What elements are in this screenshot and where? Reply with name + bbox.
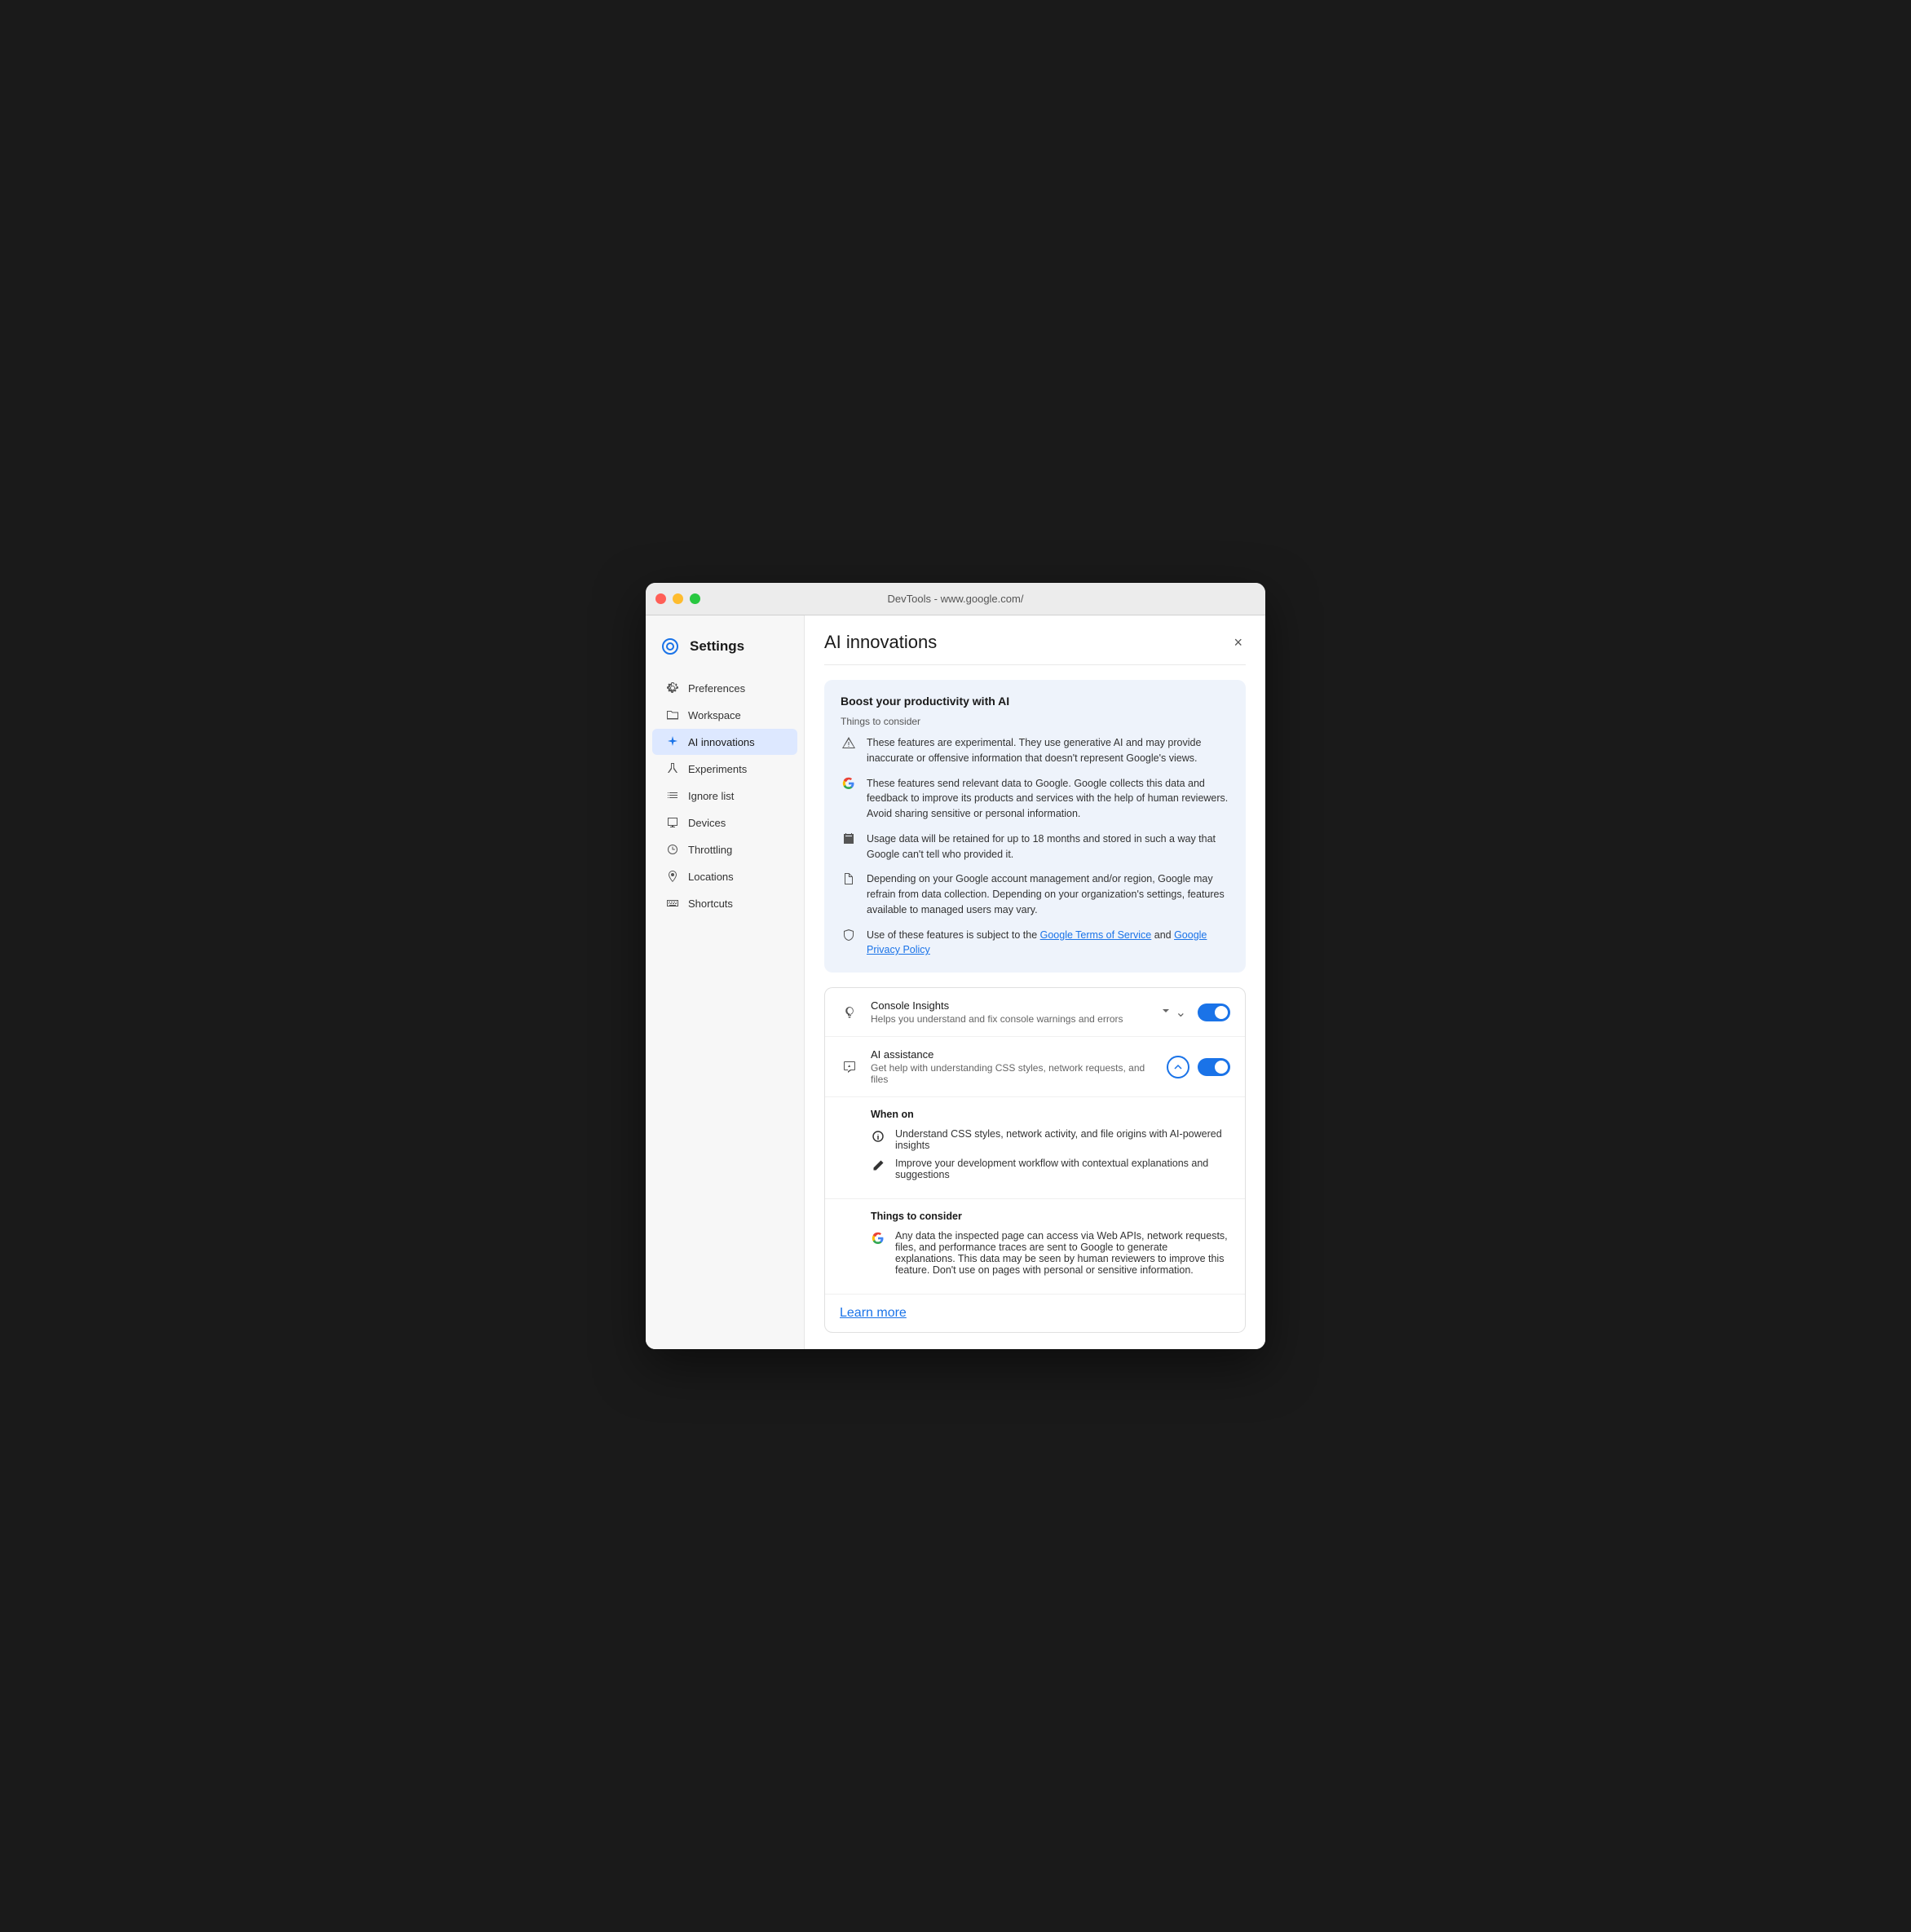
sidebar-item-experiments[interactable]: Experiments	[652, 756, 797, 782]
things-consider-title: Things to consider	[871, 1211, 1230, 1222]
google-icon	[841, 777, 857, 793]
sidebar-item-throttling[interactable]: Throttling	[652, 836, 797, 862]
info-text-google: These features send relevant data to Goo…	[867, 776, 1229, 822]
info-item-management: Depending on your Google account managem…	[841, 871, 1229, 917]
ai-assistance-row: AI assistance Get help with understandin…	[825, 1037, 1245, 1097]
folder-icon	[665, 708, 680, 722]
window-controls	[655, 593, 700, 604]
when-on-item-workflow: Improve your development workflow with c…	[871, 1158, 1230, 1180]
close-window-button[interactable]	[655, 593, 666, 604]
console-insights-desc: Helps you understand and fix console war…	[871, 1013, 1145, 1025]
sidebar-item-label-workspace: Workspace	[688, 709, 741, 721]
flask-icon	[665, 761, 680, 776]
sidebar-item-ignore-list[interactable]: Ignore list	[652, 783, 797, 809]
main-header: AI innovations ×	[824, 632, 1246, 665]
google-consider-icon	[871, 1231, 885, 1246]
console-insights-info: Console Insights Helps you understand an…	[871, 999, 1145, 1025]
things-to-consider-section: Things to consider Any data the inspecte…	[825, 1199, 1245, 1295]
settings-app-icon	[659, 635, 682, 658]
things-consider-item-google: Any data the inspected page can access v…	[871, 1230, 1230, 1276]
sidebar-item-label-ignore: Ignore list	[688, 790, 734, 802]
ai-chat-icon	[840, 1057, 859, 1077]
ai-assistance-title: AI assistance	[871, 1048, 1155, 1061]
device-icon	[665, 815, 680, 830]
console-insights-toggle[interactable]	[1198, 1003, 1230, 1021]
info-box-title: Boost your productivity with AI	[841, 695, 1229, 708]
privacy-link[interactable]: Google Privacy Policy	[867, 929, 1207, 956]
warning-icon	[841, 736, 857, 752]
ai-assistance-toggle[interactable]	[1198, 1058, 1230, 1076]
sidebar-item-ai-innovations[interactable]: AI innovations	[652, 729, 797, 755]
tos-link[interactable]: Google Terms of Service	[1040, 929, 1152, 941]
info-circle-icon	[871, 1129, 885, 1144]
keyboard-icon	[665, 896, 680, 911]
ai-assistance-info: AI assistance Get help with understandin…	[871, 1048, 1155, 1085]
sidebar-item-shortcuts[interactable]: Shortcuts	[652, 890, 797, 916]
list-icon	[665, 788, 680, 803]
sidebar-header: Settings	[646, 629, 804, 674]
sidebar-item-devices[interactable]: Devices	[652, 809, 797, 836]
things-consider-text-google: Any data the inspected page can access v…	[895, 1230, 1230, 1276]
console-insights-row: Console Insights Helps you understand an…	[825, 988, 1245, 1037]
sidebar-item-label-shortcuts: Shortcuts	[688, 898, 733, 910]
ai-assistance-actions	[1167, 1056, 1230, 1078]
when-on-text-workflow: Improve your development workflow with c…	[895, 1158, 1230, 1180]
titlebar: DevTools - www.google.com/	[646, 583, 1265, 615]
info-text-retention: Usage data will be retained for up to 18…	[867, 831, 1229, 862]
when-on-section: When on Understand CSS styles, network a…	[825, 1097, 1245, 1199]
main-content: Settings Preferences	[646, 615, 1265, 1349]
main-panel: AI innovations × Boost your productivity…	[805, 615, 1265, 1349]
document-icon	[841, 872, 857, 889]
info-text-experimental: These features are experimental. They us…	[867, 735, 1229, 766]
pencil-icon	[871, 1158, 885, 1173]
learn-more-section: Learn more	[825, 1295, 1245, 1332]
window-title: DevTools - www.google.com/	[888, 593, 1024, 605]
learn-more-link[interactable]: Learn more	[840, 1306, 907, 1320]
info-item-experimental: These features are experimental. They us…	[841, 735, 1229, 766]
sidebar: Settings Preferences	[646, 615, 805, 1349]
sidebar-item-preferences[interactable]: Preferences	[652, 675, 797, 701]
feature-card: Console Insights Helps you understand an…	[824, 987, 1246, 1333]
ai-assistance-desc: Get help with understanding CSS styles, …	[871, 1062, 1155, 1085]
sidebar-item-label-devices: Devices	[688, 817, 726, 829]
info-item-google: These features send relevant data to Goo…	[841, 776, 1229, 822]
pin-icon	[665, 869, 680, 884]
sparkle-icon	[665, 734, 680, 749]
ai-assistance-collapse-button[interactable]	[1167, 1056, 1189, 1078]
sidebar-item-label-preferences: Preferences	[688, 682, 745, 695]
console-insights-chevron[interactable]: ⌄	[1157, 1001, 1189, 1024]
shield-icon	[841, 929, 857, 945]
when-on-title: When on	[871, 1109, 1230, 1120]
gauge-icon	[665, 842, 680, 857]
console-insights-title: Console Insights	[871, 999, 1145, 1012]
info-text-tos: Use of these features is subject to the …	[867, 928, 1229, 959]
lightbulb-icon	[840, 1003, 859, 1022]
calendar-icon	[841, 832, 857, 849]
sidebar-item-label-ai: AI innovations	[688, 736, 755, 748]
sidebar-item-locations[interactable]: Locations	[652, 863, 797, 889]
console-insights-actions: ⌄	[1157, 1001, 1230, 1024]
info-item-tos: Use of these features is subject to the …	[841, 928, 1229, 959]
sidebar-app-title: Settings	[690, 638, 744, 655]
app-window: DevTools - www.google.com/ Settings	[646, 583, 1265, 1349]
info-item-retention: Usage data will be retained for up to 18…	[841, 831, 1229, 862]
page-title: AI innovations	[824, 632, 937, 653]
when-on-item-css: Understand CSS styles, network activity,…	[871, 1128, 1230, 1151]
when-on-text-css: Understand CSS styles, network activity,…	[895, 1128, 1230, 1151]
minimize-window-button[interactable]	[673, 593, 683, 604]
sidebar-item-label-throttling: Throttling	[688, 844, 732, 856]
gear-icon	[665, 681, 680, 695]
info-box-subtitle: Things to consider	[841, 716, 1229, 727]
maximize-window-button[interactable]	[690, 593, 700, 604]
info-box: Boost your productivity with AI Things t…	[824, 680, 1246, 973]
close-settings-button[interactable]: ×	[1230, 633, 1246, 651]
sidebar-item-workspace[interactable]: Workspace	[652, 702, 797, 728]
sidebar-item-label-experiments: Experiments	[688, 763, 747, 775]
info-text-management: Depending on your Google account managem…	[867, 871, 1229, 917]
sidebar-item-label-locations: Locations	[688, 871, 734, 883]
